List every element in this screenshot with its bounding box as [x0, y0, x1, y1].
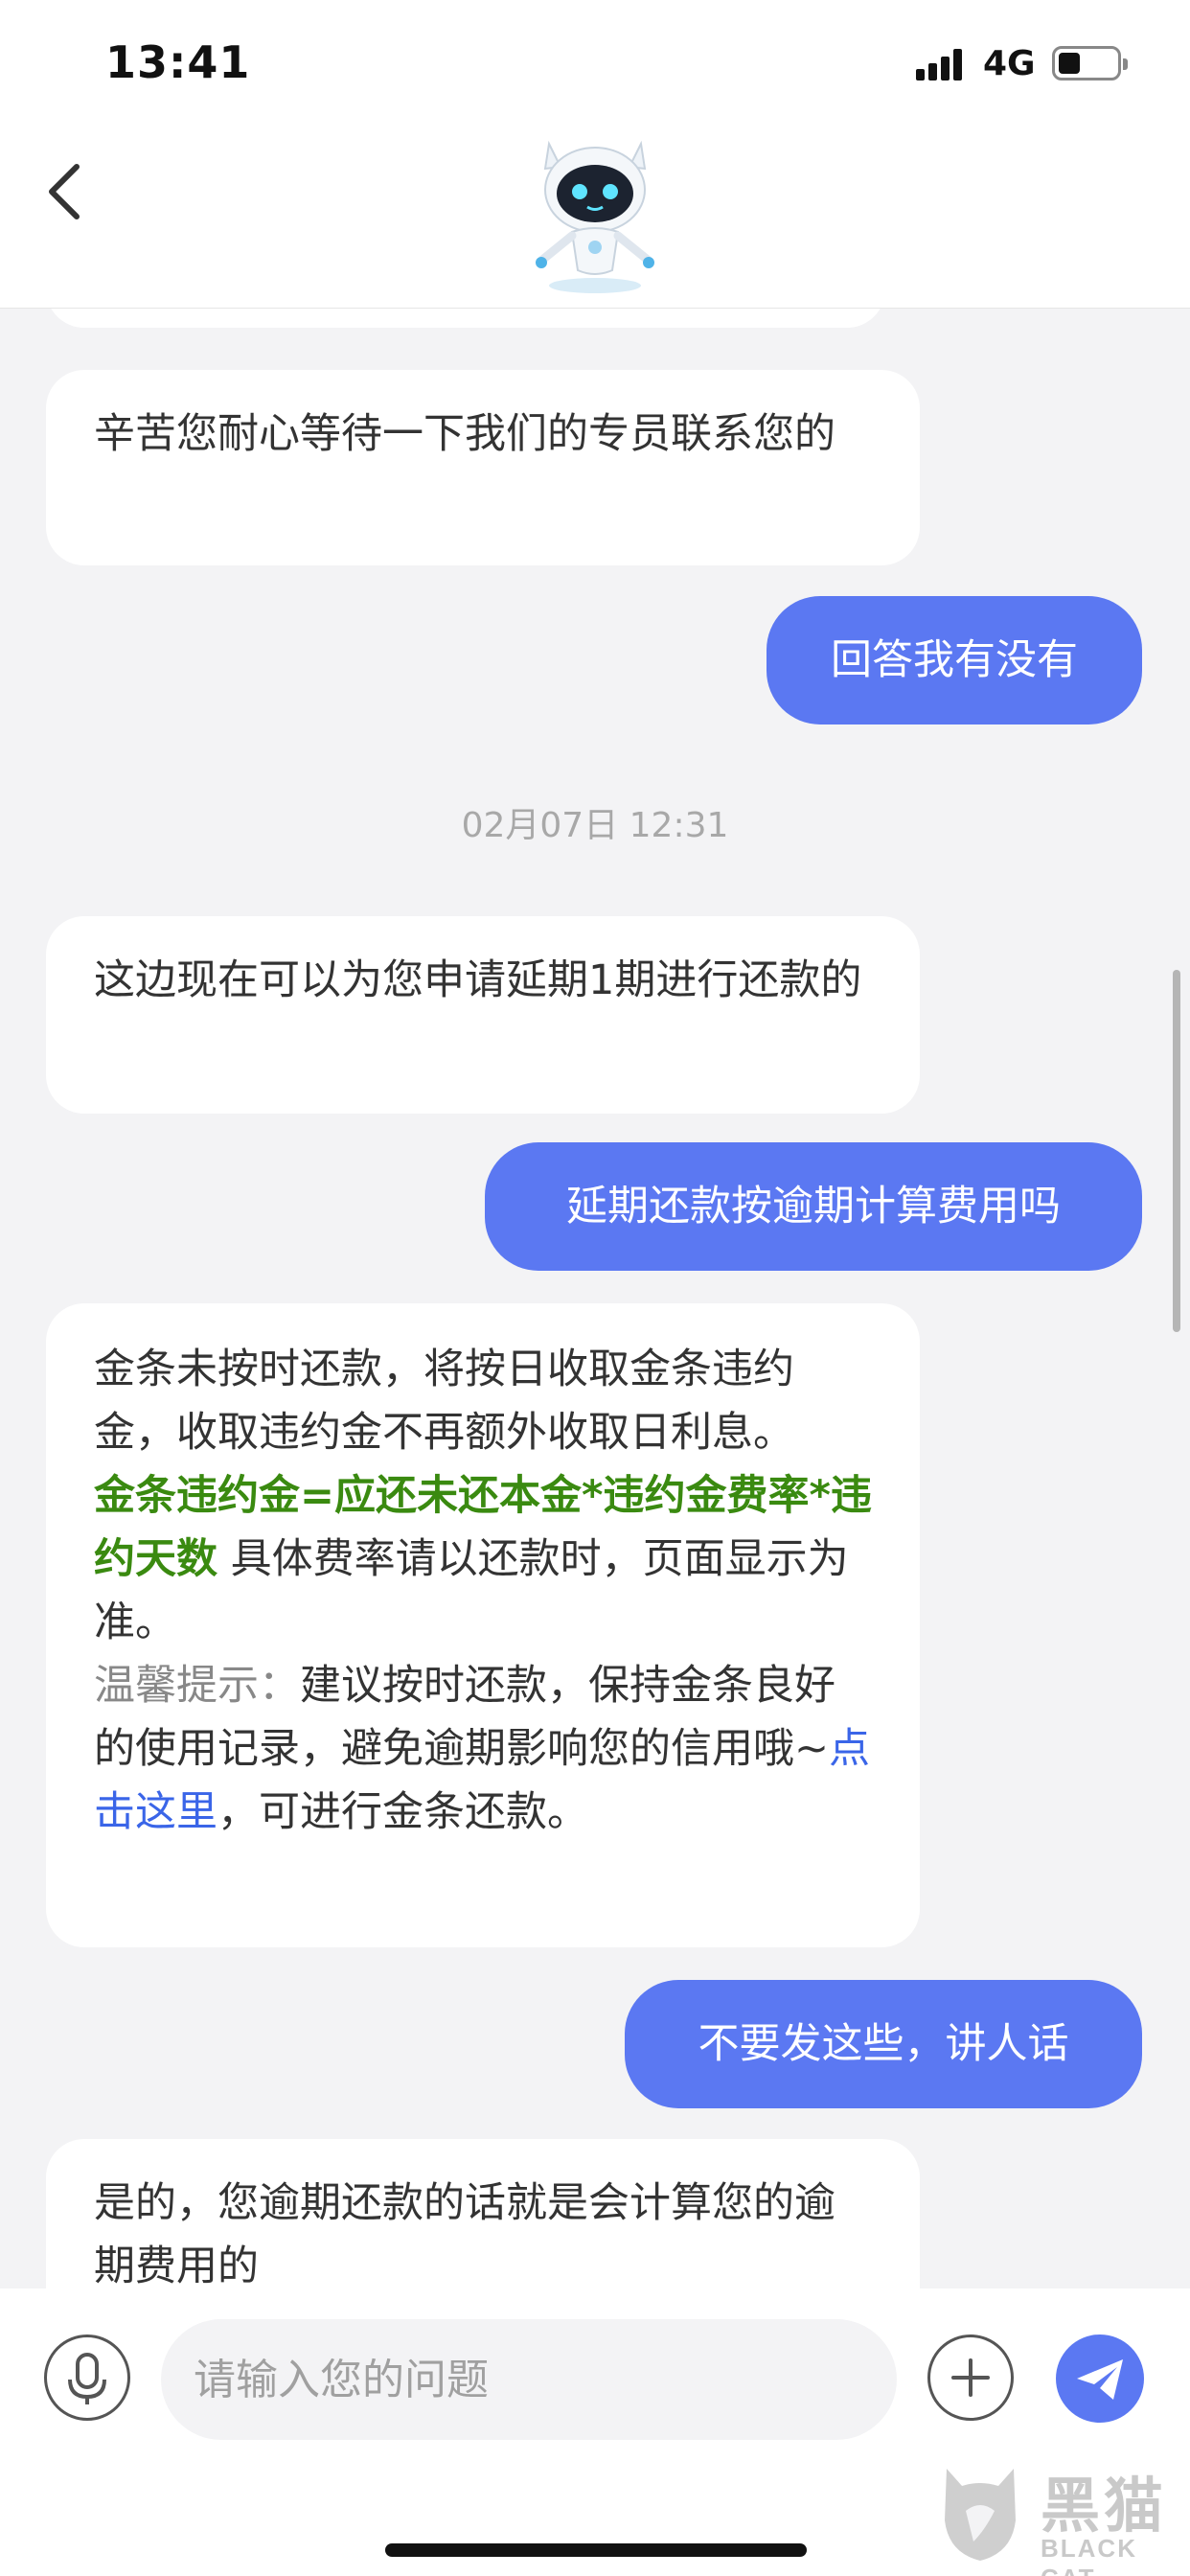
nav-bar: [0, 125, 1190, 309]
black-cat-watermark: 黑猫 BLACK CAT: [927, 2453, 1186, 2576]
message-bubble-user: 回答我有没有: [767, 596, 1142, 724]
battery-icon: [1052, 46, 1128, 80]
message-text: 不要发这些，讲人话: [698, 2020, 1069, 2068]
watermark-text: 黑猫: [1041, 2471, 1168, 2541]
scrollbar[interactable]: [1173, 970, 1180, 1332]
microphone-icon: [68, 2353, 106, 2404]
message-bubble-user: 不要发这些，讲人话: [625, 1980, 1142, 2108]
chevron-left-icon: [49, 164, 80, 219]
plus-icon: [951, 2358, 990, 2397]
link-suffix: ，可进行金条还款。: [217, 1788, 588, 1836]
message-bubble-agent-detail: 金条未按时还款，将按日收取金条违约金，收取违约金不再额外收取日利息。 金条违约金…: [46, 1303, 920, 1947]
home-indicator: [385, 2543, 807, 2557]
message-text: 延期还款按逾期计算费用吗: [566, 1183, 1061, 1230]
more-options-button[interactable]: [927, 2334, 1014, 2421]
message-text: 金条未按时还款，将按日收取金条违约金，收取违约金不再额外收取日利息。: [94, 1346, 794, 1457]
message-timestamp: 02月07日 12:31: [461, 806, 729, 845]
message-text: 辛苦您耐心等待一下我们的专员联系您的: [94, 410, 835, 458]
message-text: 这边现在可以为您申请延期1期进行还款的: [94, 956, 862, 1004]
message-bubble-agent: 这边现在可以为您申请延期1期进行还款的: [46, 916, 920, 1114]
status-time: 13:41: [105, 36, 251, 88]
signal-icon: [916, 48, 966, 80]
cat-logo-icon: [945, 2469, 1016, 2561]
message-text: 回答我有没有: [831, 636, 1078, 684]
send-plane-icon: [1077, 2359, 1123, 2400]
network-label: 4G: [983, 44, 1036, 83]
message-text: 是的，您逾期还款的话就是会计算您的逾期费用的: [94, 2179, 835, 2288]
status-bar: 13:41 4G: [0, 0, 1190, 125]
chat-area[interactable]: 辛苦您耐心等待一下我们的专员联系您的 回答我有没有 02月07日 12:31 这…: [0, 309, 1190, 2288]
send-button[interactable]: [1056, 2334, 1144, 2423]
message-bubble-user: 延期还款按逾期计算费用吗: [485, 1142, 1142, 1271]
question-input[interactable]: [161, 2319, 897, 2440]
message-bubble-partial: [46, 309, 885, 328]
voice-input-button[interactable]: [44, 2334, 130, 2421]
robot-assistant-icon: [528, 125, 662, 297]
back-button[interactable]: [33, 153, 100, 230]
chat-screen: 13:41 4G 辛苦您耐心等待一下我们的专员联系您的 回答我有没有 02月07…: [0, 0, 1190, 2576]
message-bubble-agent: 辛苦您耐心等待一下我们的专员联系您的: [46, 370, 920, 565]
watermark-subtext: BLACK CAT: [1041, 2534, 1137, 2576]
message-bubble-agent: 是的，您逾期还款的话就是会计算您的逾期费用的: [46, 2139, 920, 2288]
tip-label: 温馨提示：: [94, 1662, 300, 1710]
